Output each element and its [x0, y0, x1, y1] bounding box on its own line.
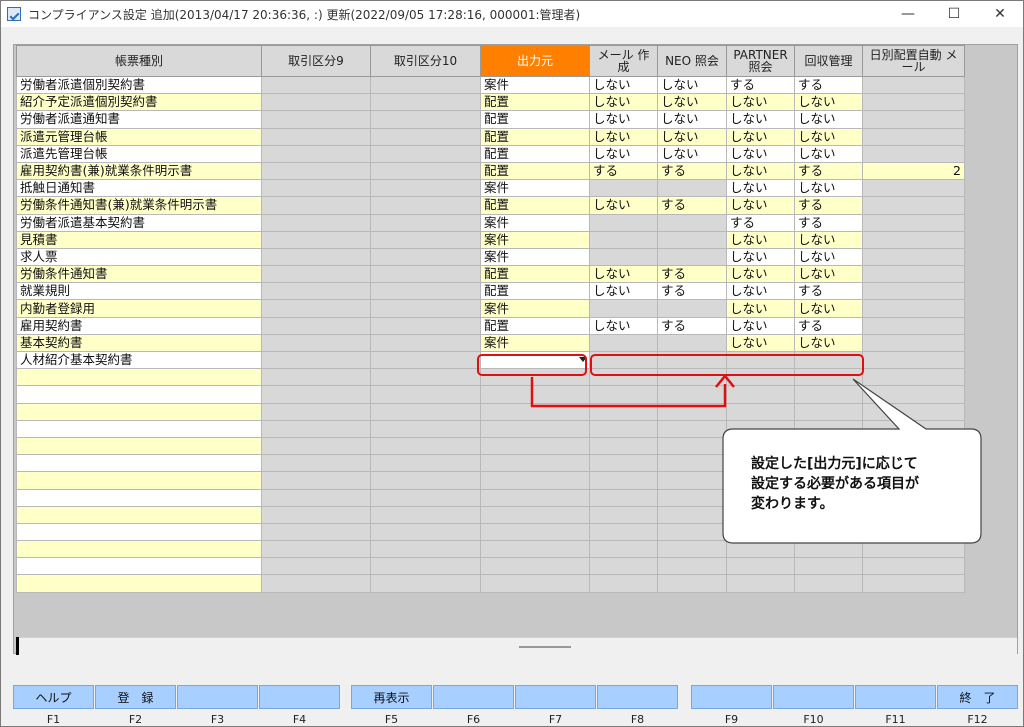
fkey-label: F1 — [46, 713, 61, 726]
fkey-label: F2 — [128, 713, 143, 726]
fkey-label: F5 — [384, 713, 399, 726]
fkey-label: F12 — [967, 713, 988, 726]
fkey-f12-button[interactable]: 終 了 — [937, 685, 1018, 709]
fkey-f7-button[interactable] — [515, 685, 596, 709]
compliance-settings-window: コンプライアンス設定 追加(2013/04/17 20:36:36, :) 更新… — [0, 0, 1024, 727]
fkey-label: F6 — [466, 713, 481, 726]
fkey-f4-button[interactable] — [259, 685, 340, 709]
fkey-f8-button[interactable] — [597, 685, 678, 709]
fkey-label: F8 — [630, 713, 645, 726]
fkey-label: F11 — [885, 713, 906, 726]
fkey-label: F4 — [292, 713, 307, 726]
annotation-connector — [530, 377, 727, 408]
fkey-f11-button[interactable] — [855, 685, 936, 709]
callout-line: 変わります。 — [751, 496, 834, 512]
callout-line: 設定する必要がある項目が — [751, 476, 919, 492]
annotation-overlay — [530, 374, 982, 544]
fkey-label: F9 — [724, 713, 739, 726]
fkey-f1-button[interactable]: ヘルプ — [13, 685, 94, 709]
fkey-f9-button[interactable] — [691, 685, 772, 709]
fkey-f2-button[interactable]: 登 録 — [95, 685, 176, 709]
callout-line: 設定した[出力元]に応じて — [751, 456, 918, 472]
fkey-label: F3 — [210, 713, 225, 726]
callout-text: 設定した[出力元]に応じて 設定する必要がある項目が 変わります。 — [751, 454, 966, 514]
function-key-bar: ヘルプ F1 登 録 F2 F3 F4 再表示 F5 F6 F7 F8 F9 F10 F11 終 了 F12 — [1, 685, 1023, 726]
fkey-f5-button[interactable]: 再表示 — [351, 685, 432, 709]
fkey-label: F7 — [548, 713, 563, 726]
fkey-f10-button[interactable] — [773, 685, 854, 709]
fkey-label: F10 — [803, 713, 824, 726]
fkey-f6-button[interactable] — [433, 685, 514, 709]
fkey-f3-button[interactable] — [177, 685, 258, 709]
